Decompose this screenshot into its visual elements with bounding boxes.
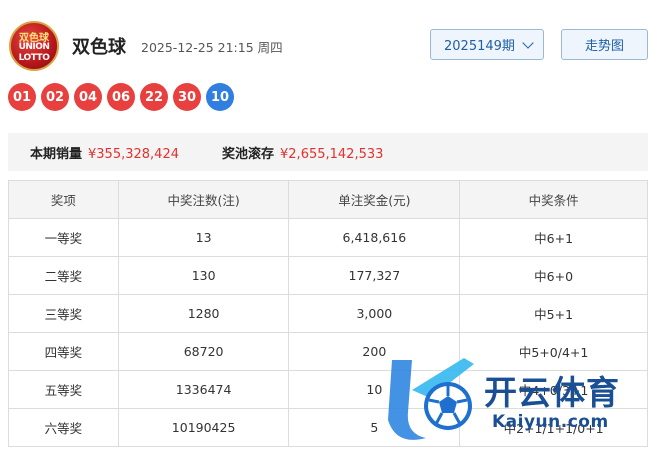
logo-text-union: UNION (18, 42, 50, 52)
issue-select-value: 2025149期 (444, 39, 515, 54)
sales-value: ¥355,328,424 (88, 146, 179, 162)
sales-item: 本期销量 ¥355,328,424 (30, 143, 179, 162)
prize-table: 奖项 中奖注数(注) 单注奖金(元) 中奖条件 一等奖 13 6,418,616… (8, 180, 648, 447)
table-row: 四等奖 68720 200 中5+0/4+1 (8, 332, 648, 371)
table-row: 三等奖 1280 3,000 中5+1 (8, 294, 648, 333)
prize-amount: 5 (288, 408, 461, 447)
prize-level: 一等奖 (8, 218, 119, 257)
blue-ball: 10 (206, 83, 234, 111)
pool-item: 奖池滚存 ¥2,655,142,533 (222, 143, 383, 162)
win-condition: 中6+0 (459, 256, 648, 295)
prize-amount: 177,327 (288, 256, 461, 295)
prize-amount: 3,000 (288, 294, 461, 333)
game-title: 双色球 (72, 37, 126, 58)
winner-count: 1336474 (117, 370, 290, 409)
pool-label: 奖池滚存 (222, 146, 275, 162)
win-condition: 中6+1 (459, 218, 648, 257)
header-winner-count: 中奖注数(注) (117, 180, 290, 219)
ssq-logo: 双色球 UNION LOTTO (9, 21, 59, 71)
winner-count: 68720 (117, 332, 290, 371)
header-condition: 中奖条件 (459, 180, 648, 219)
red-ball: 02 (41, 83, 69, 111)
sales-summary: 本期销量 ¥355,328,424 奖池滚存 ¥2,655,142,533 (8, 133, 648, 171)
winner-count: 10190425 (117, 408, 290, 447)
prize-level: 六等奖 (8, 408, 119, 447)
table-row: 六等奖 10190425 5 中2+1/1+1/0+1 (8, 408, 648, 447)
prize-level: 四等奖 (8, 332, 119, 371)
header: 双色球 UNION LOTTO 双色球 2025-12-25 21:15 周四 … (0, 0, 660, 80)
prize-amount: 10 (288, 370, 461, 409)
table-row: 二等奖 130 177,327 中6+0 (8, 256, 648, 295)
header-prize-level: 奖项 (8, 180, 119, 219)
table-header-row: 奖项 中奖注数(注) 单注奖金(元) 中奖条件 (8, 180, 648, 219)
table-row: 五等奖 1336474 10 中4+0/3+1 (8, 370, 648, 409)
win-condition: 中5+1 (459, 294, 648, 333)
win-condition: 中5+0/4+1 (459, 332, 648, 371)
winner-count: 130 (117, 256, 290, 295)
prize-amount: 6,418,616 (288, 218, 461, 257)
prize-level: 五等奖 (8, 370, 119, 409)
red-ball: 22 (140, 83, 168, 111)
issue-select[interactable]: 2025149期 (430, 29, 544, 60)
red-ball: 04 (74, 83, 102, 111)
red-ball: 06 (107, 83, 135, 111)
header-prize-amount: 单注奖金(元) (288, 180, 461, 219)
table-row: 一等奖 13 6,418,616 中6+1 (8, 218, 648, 257)
trend-chart-button[interactable]: 走势图 (561, 29, 648, 60)
sales-label: 本期销量 (30, 146, 83, 162)
winner-count: 13 (117, 218, 290, 257)
red-ball: 01 (8, 83, 36, 111)
red-ball: 30 (173, 83, 201, 111)
prize-amount: 200 (288, 332, 461, 371)
prize-level: 二等奖 (8, 256, 119, 295)
win-condition: 中2+1/1+1/0+1 (459, 408, 648, 447)
prize-level: 三等奖 (8, 294, 119, 333)
logo-text-lotto: LOTTO (18, 53, 50, 63)
chevron-down-icon (522, 37, 534, 49)
draw-time: 2025-12-25 21:15 周四 (141, 40, 283, 55)
winner-count: 1280 (117, 294, 290, 333)
win-condition: 中4+0/3+1 (459, 370, 648, 409)
winning-numbers: 01 02 04 06 22 30 10 (8, 83, 234, 111)
pool-value: ¥2,655,142,533 (280, 146, 384, 162)
